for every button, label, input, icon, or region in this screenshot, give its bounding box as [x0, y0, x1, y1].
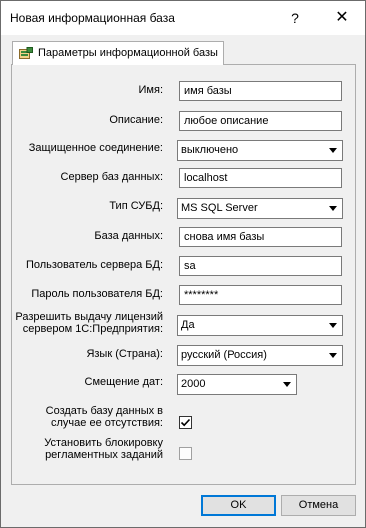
dbms-type-value: MS SQL Server — [181, 202, 258, 214]
language-select[interactable]: русский (Россия) — [177, 345, 343, 366]
secure-connection-select[interactable]: выключено — [177, 140, 343, 161]
db-server-field[interactable]: localhost — [179, 168, 342, 188]
title-bar: Новая информационная база ? ✕ — [1, 1, 365, 35]
help-button[interactable]: ? — [277, 1, 313, 35]
db-user-label: Пользователь сервера БД: — [25, 259, 163, 271]
tab-label: Параметры информационной базы — [38, 47, 218, 59]
name-label: Имя: — [138, 84, 163, 96]
window-title: Новая информационная база — [10, 11, 175, 25]
db-password-field[interactable]: ******** — [179, 285, 342, 305]
chevron-down-icon[interactable] — [325, 199, 342, 218]
database-field[interactable]: снова имя базы — [179, 227, 342, 247]
lock-jobs-checkbox[interactable] — [179, 447, 192, 460]
date-offset-label: Смещение дат: — [84, 376, 163, 388]
infobase-params-icon — [19, 47, 33, 59]
db-password-label: Пароль пользователя БД: — [31, 288, 163, 300]
chevron-down-icon[interactable] — [325, 316, 342, 335]
ok-button[interactable]: OK — [201, 495, 276, 516]
license-label-line2: сервером 1С:Предприятия: — [22, 323, 163, 335]
dbms-type-label: Тип СУБД: — [109, 200, 163, 212]
tab-infobase-parameters[interactable]: Параметры информационной базы — [12, 41, 224, 65]
license-value: Да — [181, 319, 195, 331]
db-server-label: Сервер баз данных: — [60, 171, 163, 183]
date-offset-select[interactable]: 2000 — [177, 374, 297, 395]
lock-jobs-label-line2: регламентных заданий — [45, 449, 163, 461]
create-db-label-line2: случае ее отсутствия: — [51, 417, 163, 429]
dialog-window: Новая информационная база ? ✕ Параметры … — [0, 0, 366, 528]
checkmark-icon — [180, 418, 191, 427]
dbms-type-select[interactable]: MS SQL Server — [177, 198, 343, 219]
secure-connection-label: Защищенное соединение: — [28, 142, 163, 154]
name-field[interactable]: имя базы — [179, 81, 342, 101]
description-label: Описание: — [109, 114, 163, 126]
chevron-down-icon[interactable] — [325, 346, 342, 365]
secure-connection-value: выключено — [181, 144, 239, 156]
license-select[interactable]: Да — [177, 315, 343, 336]
chevron-down-icon[interactable] — [279, 375, 296, 394]
language-value: русский (Россия) — [181, 349, 267, 361]
close-button[interactable]: ✕ — [319, 1, 365, 35]
create-db-checkbox[interactable] — [179, 416, 192, 429]
chevron-down-icon[interactable] — [325, 141, 342, 160]
cancel-button[interactable]: Отмена — [281, 495, 356, 516]
database-label: База данных: — [94, 230, 163, 242]
description-field[interactable]: любое описание — [179, 111, 342, 131]
date-offset-value: 2000 — [181, 378, 206, 390]
db-user-field[interactable]: sa — [179, 256, 342, 276]
language-label: Язык (Страна): — [86, 348, 163, 360]
